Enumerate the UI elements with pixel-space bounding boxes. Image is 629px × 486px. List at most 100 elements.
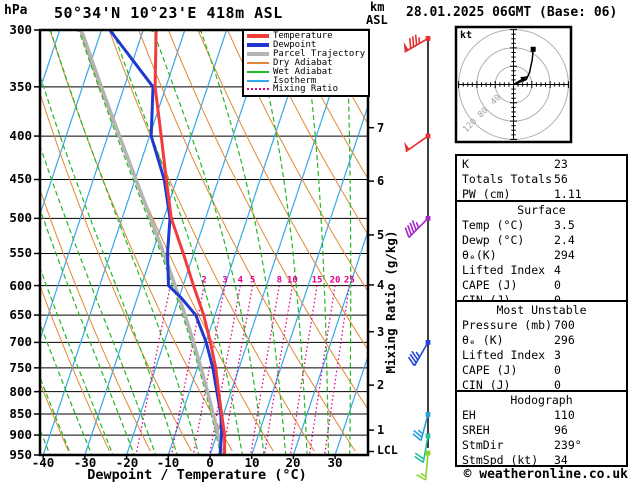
panel-row-value: 4 [554, 263, 561, 277]
panel-row-label: StmSpd (kt) [462, 453, 539, 467]
panel-row: CAPE (J) 0 [457, 277, 626, 292]
pressure-tick-label: 350 [9, 79, 32, 94]
wind-barb [404, 133, 431, 153]
mixing-ratio-axis-label: Mixing Ratio (g/kg) [382, 230, 398, 374]
panel-row-value: 2.4 [554, 233, 575, 247]
mixing-ratio-label: 25 [344, 276, 355, 286]
panel-row: EH 110 [457, 407, 626, 422]
wet-adiabat-line [371, 30, 382, 467]
panel-row-value: 56 [554, 172, 568, 186]
panel-row-label: Dewp (°C) [462, 233, 525, 247]
km-tick-label: 1 [377, 423, 385, 437]
pressure-tick-label: 800 [9, 384, 32, 399]
mixing-ratio-line [289, 285, 318, 455]
panel-row-value: 0 [554, 278, 561, 292]
pressure-tick-label: 700 [9, 334, 32, 349]
pressure-tick-label: 600 [9, 278, 32, 293]
pressure-tick-label: 900 [9, 427, 32, 442]
legend-item: Mixing Ratio [244, 84, 368, 94]
pressure-tick-label: 450 [9, 171, 32, 186]
panel-row-label: Lifted Index [462, 263, 546, 277]
panel-row-value: 700 [554, 318, 575, 332]
pressure-tick-label: 400 [9, 128, 32, 143]
panel-row-value: 3 [554, 348, 561, 362]
legend-swatch-dewpoint [247, 43, 269, 48]
x-axis-label: Dewpoint / Temperature (°C) [87, 467, 307, 483]
pressure-tick-label: 650 [9, 307, 32, 322]
pressure-tick-label: 500 [9, 210, 32, 225]
panel-row-value: 3.5 [554, 218, 575, 232]
legend-swatch-mixing-ratio [247, 88, 269, 91]
copyright: © weatheronline.co.uk [463, 467, 628, 482]
pressure-tick-label: 550 [9, 245, 32, 260]
panel-row: PW (cm) 1.11 [457, 186, 626, 201]
legend-swatch-dry-adiabat [247, 61, 269, 64]
wet-adiabat-line [46, 30, 210, 455]
panel-row-label: Pressure (mb) [462, 318, 553, 332]
legend-item: Parcel Trajectory [244, 49, 368, 59]
panel-row-label: Lifted Index [462, 348, 546, 362]
panel-row-label: K [462, 157, 469, 171]
wind-barb [403, 34, 431, 53]
panel-row-label: EH [462, 408, 476, 422]
panel-row-value: 0 [554, 363, 561, 377]
panel-row-label: StmDir [462, 438, 504, 452]
legend-item: Temperature [244, 31, 368, 41]
panel-box-hodograph: Hodograph EH 110 SREH 96 StmDir 239° StmSpd (kt… [455, 390, 628, 467]
km-tick-label: 6 [377, 174, 385, 188]
pressure-axis-unit: hPa [4, 3, 28, 18]
panel-row-label: θₑ(K) [462, 248, 497, 262]
panel-row: Pressure (mb) 700 [457, 317, 626, 332]
legend-swatch-wet-adiabat [247, 70, 269, 73]
panel-box-surface: Surface Temp (°C) 3.5 Dewp (°C) 2.4 θₑ(K) 294 L… [455, 200, 628, 307]
temp-tick-label: 30 [327, 455, 343, 470]
panel-row: StmSpd (kt) 34 [457, 452, 626, 467]
panel-row-value: 23 [554, 157, 568, 171]
pressure-tick-label: 300 [9, 22, 32, 37]
mixing-ratio-label: 5 [250, 276, 255, 286]
panel-row-value: 1.11 [554, 187, 582, 201]
wind-barb [407, 340, 431, 367]
panel-row: Lifted Index 3 [457, 347, 626, 362]
mixing-ratio-label: 4 [238, 276, 244, 286]
panel-box-title: Surface [517, 203, 566, 217]
panel-box-title: Hodograph [510, 393, 573, 407]
mixing-ratio-line [263, 285, 294, 455]
panel-row: θₑ (K) 296 [457, 332, 626, 347]
mixing-ratio-label: 8 [277, 276, 282, 286]
panel-row-value: 239° [554, 438, 582, 452]
hodograph: 4080120 [454, 25, 573, 144]
legend-swatch-isotherm [247, 79, 269, 82]
mixing-ratio-label: 20 [330, 276, 341, 286]
panel-row-label: CAPE (J) [462, 363, 518, 377]
wind-barb [404, 215, 431, 239]
pressure-tick-label: 850 [9, 406, 32, 421]
panel-box-title: Most Unstable [496, 303, 587, 317]
station-title: 50°34'N 10°23'E 418m ASL [54, 4, 283, 22]
legend-item: Dewpoint [244, 40, 368, 50]
panel-row-label: Totals Totals [462, 172, 553, 186]
hodograph-top-marker [530, 46, 536, 52]
panel-row-label: θₑ (K) [462, 333, 504, 347]
panel-row: Lifted Index 4 [457, 262, 626, 277]
lcl-label: LCL [377, 443, 398, 457]
panel-row: StmDir 239° [457, 437, 626, 452]
panel-row-label: SREH [462, 423, 490, 437]
panel-row-label: PW (cm) [462, 187, 511, 201]
panel-row-value: 34 [554, 453, 568, 467]
altitude-unit-km: km [370, 0, 385, 14]
skewt-screenshot: 2 3 4 5 8 10 15 20 25 40 80 120 hPa 50°34'N 10°23'E… [0, 0, 629, 486]
panel-row: Dewp (°C) 2.4 [457, 232, 626, 247]
legend-item: Isotherm [244, 76, 368, 86]
panel-row-value: 110 [554, 408, 575, 422]
legend-swatch-parcel-trajectory [247, 52, 269, 57]
panel-row-value: 294 [554, 248, 575, 262]
panel-row: SREH 96 [457, 422, 626, 437]
datetime-label: 28.01.2025 06GMT (Base: 06) [406, 5, 618, 20]
panel-box-most-unstable: Most Unstable Pressure (mb) 700 θₑ (K) 296 Li… [455, 300, 628, 394]
legend-item: Wet Adiabat [244, 67, 368, 77]
panel-row: K 23 [457, 156, 626, 171]
mixing-ratio-line [249, 285, 280, 455]
temp-tick-label: -40 [31, 455, 55, 470]
panel-row: θₑ(K) 294 [457, 247, 626, 262]
